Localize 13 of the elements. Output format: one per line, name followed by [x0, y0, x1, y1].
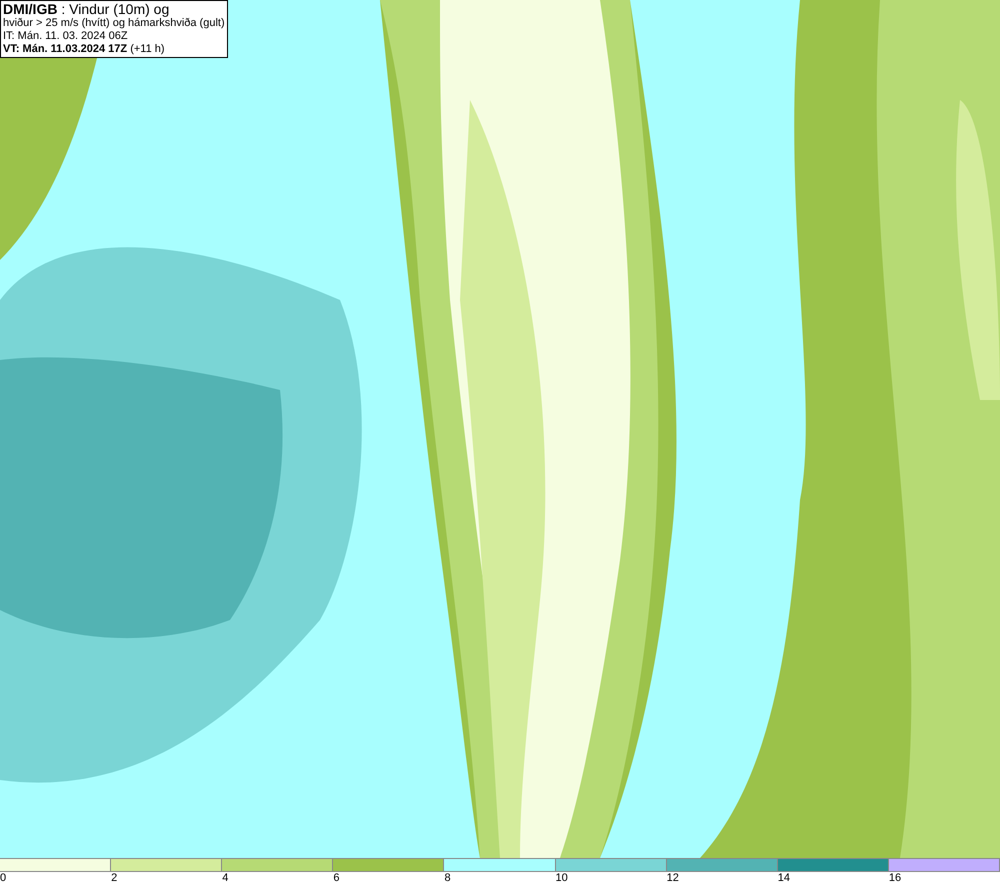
legend-tick-label: 16 — [888, 872, 902, 885]
legend-tick-label: 10 — [556, 872, 568, 885]
legend-tick-label: 12 — [666, 872, 679, 885]
legend-tick-label: 14 — [778, 872, 790, 885]
legend-tick-label: 6 — [333, 872, 340, 885]
legend-tick-label: 8 — [444, 872, 451, 885]
legend-tick-label: 2 — [111, 872, 118, 885]
info-line: hviður > 25 m/s (hvítt) og hámarkshviða (gult) — [3, 17, 225, 30]
info-line: DMI/IGB : Vindur (10m) og — [3, 2, 170, 17]
legend-tick-label: 4 — [222, 872, 228, 885]
info-line: VT: Mán. 11.03.2024 17Z (+11 h) — [3, 43, 166, 56]
legend-tick-label: 0 — [0, 872, 6, 885]
info-line: IT: Mán. 11. 03. 2024 06Z — [3, 30, 129, 43]
